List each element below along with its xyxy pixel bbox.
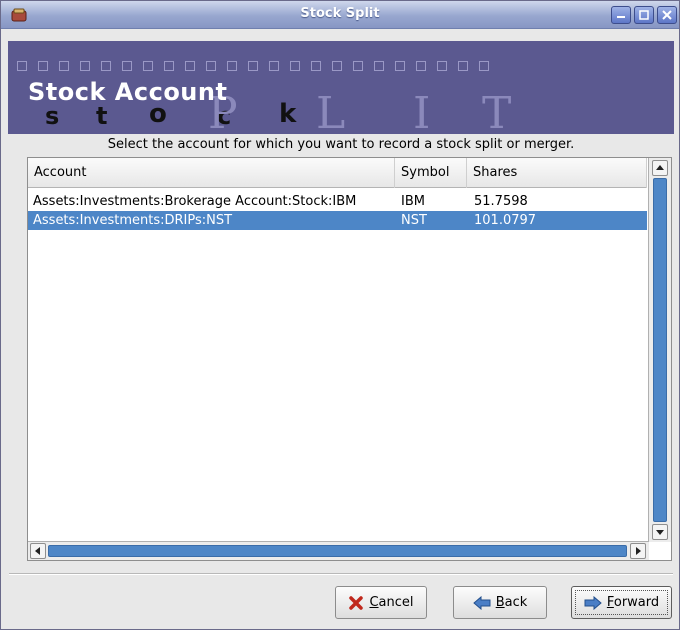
account-table[interactable]: Account Symbol Shares Assets:Investments… [27, 157, 672, 561]
arrow-up-icon [656, 165, 664, 170]
vertical-scrollbar[interactable] [648, 158, 671, 542]
window-title: Stock Split [300, 6, 380, 21]
button-separator [9, 573, 673, 575]
arrow-left-icon [35, 547, 40, 555]
maximize-icon [639, 10, 649, 20]
scroll-up-arrow[interactable] [652, 160, 668, 176]
shares-cell: 51.7598 [474, 194, 528, 209]
account-cell: Assets:Investments:Brokerage Account:Sto… [33, 194, 357, 209]
symbol-cell: NST [401, 213, 427, 228]
minimize-icon [617, 16, 625, 18]
back-label: ack [504, 595, 528, 610]
header-banner: s t o c k P L I T Stock Account [8, 41, 674, 134]
watermark-letter-s: s [45, 102, 60, 130]
forward-mnemonic: F [606, 595, 614, 610]
watermark-letter-t-big: T [482, 88, 512, 134]
cancel-button[interactable]: Cancel [335, 586, 427, 619]
arrow-right-icon [636, 547, 641, 555]
horizontal-scroll-thumb[interactable] [48, 545, 627, 557]
forward-label: orward [613, 595, 660, 610]
scroll-left-arrow[interactable] [30, 543, 46, 559]
back-mnemonic: B [495, 595, 505, 610]
title-bar[interactable]: Stock Split [1, 1, 679, 29]
page-title: Stock Account [28, 78, 228, 106]
shares-cell: 101.0797 [474, 213, 537, 228]
symbol-cell: IBM [401, 194, 425, 209]
scroll-down-arrow[interactable] [652, 524, 668, 540]
arrow-down-icon [656, 530, 664, 535]
watermark-letter-t: t [96, 102, 108, 130]
watermark-letter-l: L [316, 88, 346, 134]
column-header-account[interactable]: Account [28, 158, 395, 188]
cancel-mnemonic: C [369, 595, 379, 610]
stock-split-dialog: Stock Split s t o c k P L I T Stock Acco… [0, 0, 680, 630]
account-cell: Assets:Investments:DRIPs:NST [33, 213, 233, 228]
vertical-scroll-thumb[interactable] [653, 178, 667, 522]
horizontal-scrollbar[interactable] [28, 541, 649, 560]
instruction-text: Select the account for which you want to… [107, 137, 575, 152]
decorative-squares [17, 60, 500, 75]
cancel-label: ancel [378, 595, 414, 610]
close-icon [662, 10, 672, 20]
maximize-button[interactable] [634, 6, 654, 24]
forward-arrow-icon [584, 595, 602, 610]
watermark-letter-i: I [413, 88, 431, 134]
table-row-selected[interactable]: Assets:Investments:DRIPs:NST NST 101.079… [28, 211, 647, 230]
cancel-icon [348, 595, 364, 611]
close-button[interactable] [657, 6, 677, 24]
scroll-right-arrow[interactable] [630, 543, 646, 559]
table-header: Account Symbol Shares [28, 158, 647, 188]
back-button[interactable]: Back [453, 586, 547, 619]
back-arrow-icon [472, 595, 491, 610]
forward-button[interactable]: Forward [571, 586, 672, 619]
minimize-button[interactable] [611, 6, 631, 24]
column-header-symbol[interactable]: Symbol [395, 158, 467, 188]
column-header-shares[interactable]: Shares [467, 158, 647, 188]
watermark-letter-k: k [279, 99, 297, 129]
table-row[interactable]: Assets:Investments:Brokerage Account:Sto… [28, 192, 647, 211]
